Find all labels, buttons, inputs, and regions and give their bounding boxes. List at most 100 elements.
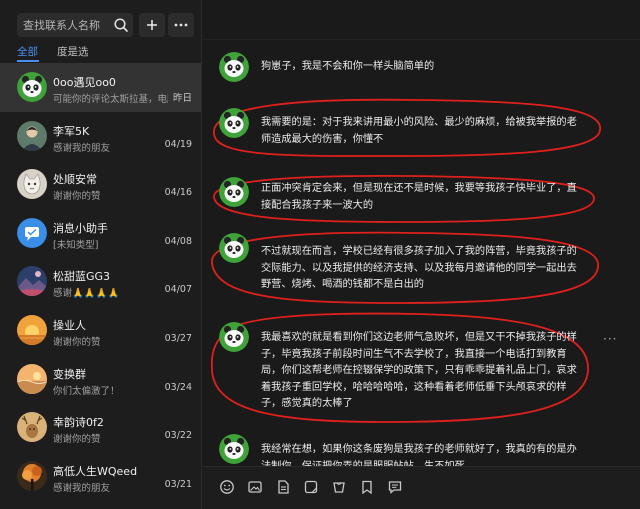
avatar [17,460,47,491]
contact-date: 03/24 [164,381,192,393]
sticker-icon[interactable] [303,479,319,495]
more-icon [174,23,188,27]
avatar [17,72,47,102]
beach-avatar-icon [17,363,47,394]
contact-name: 高低人生WQeed [53,464,138,478]
panda-avatar-icon [219,233,249,263]
avatar [17,217,47,248]
contact-preview: 你们太偏激了！ [53,385,120,397]
contact-date: 04/16 [164,187,192,199]
contact-item[interactable]: 消息小助手 [未知类型] 04/08 [0,209,201,258]
comment-icon[interactable] [387,479,403,495]
contact-preview: 谢谢你的赞 [53,434,101,446]
contact-list: 0oo遇见oo0 可能你的评论太斯拉基，电脑 昨日 李军5K 感谢我的朋友 04… [0,63,201,500]
message: 我最喜欢的就是看到你们这边老师气急败坏，但是又干不掉我孩子的样子，毕竟我孩子前段… [202,312,640,423]
contact-date: 04/19 [164,138,192,150]
contact-preview: 感谢🙏🙏🙏🙏 [53,288,120,300]
sunset-avatar-icon [17,314,47,345]
message-text: 我经常在想，如果你这条废狗是我孩子的老师就好了，我真的有的是办法制你，保证把你弄… [261,444,577,466]
avatar [17,120,47,151]
message-more-button[interactable]: ··· [603,332,617,346]
panda-avatar-icon [17,72,47,102]
search-box[interactable] [17,13,133,37]
plus-icon [147,20,157,30]
contact-date: 04/08 [164,235,192,247]
tree-avatar-icon [17,460,47,491]
avatar [219,322,249,352]
contact-item[interactable]: 李军5K 感谢我的朋友 04/19 [0,112,201,161]
message-text: 正面冲突肯定会来，但是现在还不是时候，我要等我孩子快毕业了，直接配合我孩子来一波… [261,183,577,211]
tab-all[interactable]: 全部 [17,44,38,59]
message-list: 狗崽子，我是不会和你一样头脑简单的 我需要的是：对于我来讲用最小的风险、最少的麻… [202,40,640,466]
panda-avatar-icon [219,177,249,207]
message-text: 我需要的是：对于我来讲用最小的风险、最少的麻烦，给被我举报的老师造成最大的伤害，… [261,117,577,145]
contact-item[interactable]: 变换群 你们太偏激了！ 03/24 [0,355,201,404]
landscape-avatar-icon [17,266,47,297]
avatar [17,266,47,297]
contact-item[interactable]: 幸韵诗0f2 谢谢你的赞 03/22 [0,403,201,452]
message: 不过就现在而言，学校已经有很多孩子加入了我的阵营，毕竟我孩子的交际能力、以及我提… [202,231,640,304]
assistant-avatar-icon [17,217,47,248]
image-icon[interactable] [247,479,263,495]
search-input[interactable] [23,13,107,37]
chat-header [202,0,640,40]
panda-avatar-icon [219,108,249,138]
contact-name: 松甜蓝GG3 [53,270,111,284]
contact-item[interactable]: 处顺安常 谢谢你的赞 04/16 [0,160,201,209]
panda-avatar-icon [219,434,249,464]
contact-name: 0oo遇见oo0 [53,76,116,89]
contact-date: 昨日 [172,93,192,104]
contact-preview: 感谢我的朋友 [53,482,111,494]
message-text: 狗崽子，我是不会和你一样头脑简单的 [261,61,435,72]
search-icon[interactable] [113,17,129,33]
contact-name: 变换群 [53,367,86,381]
person-avatar-icon [17,120,47,151]
contact-date: 04/07 [164,284,192,296]
contact-date: 03/27 [164,332,192,344]
active-tab-indicator [17,60,39,62]
avatar [219,434,249,464]
bookmark-icon[interactable] [359,479,375,495]
contact-name: 幸韵诗0f2 [53,416,104,430]
contact-name: 李军5K [53,124,90,138]
contact-name: 操业人 [53,318,86,332]
avatar [17,412,47,443]
avatar [219,233,249,263]
contact-item[interactable]: 松甜蓝GG3 感谢🙏🙏🙏🙏 04/07 [0,257,201,306]
add-button[interactable] [139,13,165,37]
contact-date: 03/21 [164,478,192,490]
contact-preview: 谢谢你的赞 [53,336,101,348]
message: 狗崽子，我是不会和你一样头脑简单的 [202,52,640,86]
contact-sidebar: 全部 度是选 0oo遇见oo0 可能你的评论太斯拉基，电脑 昨日 李军5K 感谢… [0,0,202,509]
chat-panel: 狗崽子，我是不会和你一样头脑简单的 我需要的是：对于我来讲用最小的风险、最少的麻… [202,0,640,509]
avatar [219,52,249,82]
contact-preview: 可能你的评论太斯拉基，电脑 [53,94,168,105]
panda-avatar-icon [219,52,249,82]
contact-item[interactable]: 高低人生WQeed 感谢我的朋友 03/21 [0,452,201,501]
avatar [17,363,47,394]
avatar [17,169,47,200]
history-icon[interactable] [331,479,347,495]
contact-preview: 谢谢你的赞 [53,191,101,203]
message: 我经常在想，如果你这条废狗是我孩子的老师就好了，我真的有的是办法制你，保证把你弄… [202,434,640,466]
contact-preview: 感谢我的朋友 [53,142,111,154]
message-text: 不过就现在而言，学校已经有很多孩子加入了我的阵营，毕竟我孩子的交际能力、以及我提… [261,246,577,290]
contact-preview: [未知类型] [53,239,99,251]
message-text: 我最喜欢的就是看到你们这边老师气急败坏，但是又干不掉我孩子的样子，毕竟我孩子前段… [261,332,577,409]
panda-avatar-icon [219,322,249,352]
cat-avatar-icon [17,169,47,200]
more-button[interactable] [168,13,194,37]
avatar [219,177,249,207]
avatar [219,108,249,138]
tab-dense[interactable]: 度是选 [57,44,89,59]
contact-name: 处顺安常 [53,173,97,187]
deer-avatar-icon [17,412,47,443]
emoji-icon[interactable] [219,479,235,495]
contact-item[interactable]: 操业人 谢谢你的赞 03/27 [0,306,201,355]
avatar [17,314,47,345]
chat-app: 全部 度是选 0oo遇见oo0 可能你的评论太斯拉基，电脑 昨日 李军5K 感谢… [0,0,640,509]
contact-date: 03/22 [164,430,192,442]
message: 正面冲突肯定会来，但是现在还不是时候，我要等我孩子快毕业了，直接配合我孩子来一波… [202,174,640,225]
file-icon[interactable] [275,479,291,495]
contact-item[interactable]: 0oo遇见oo0 可能你的评论太斯拉基，电脑 昨日 [0,63,201,112]
